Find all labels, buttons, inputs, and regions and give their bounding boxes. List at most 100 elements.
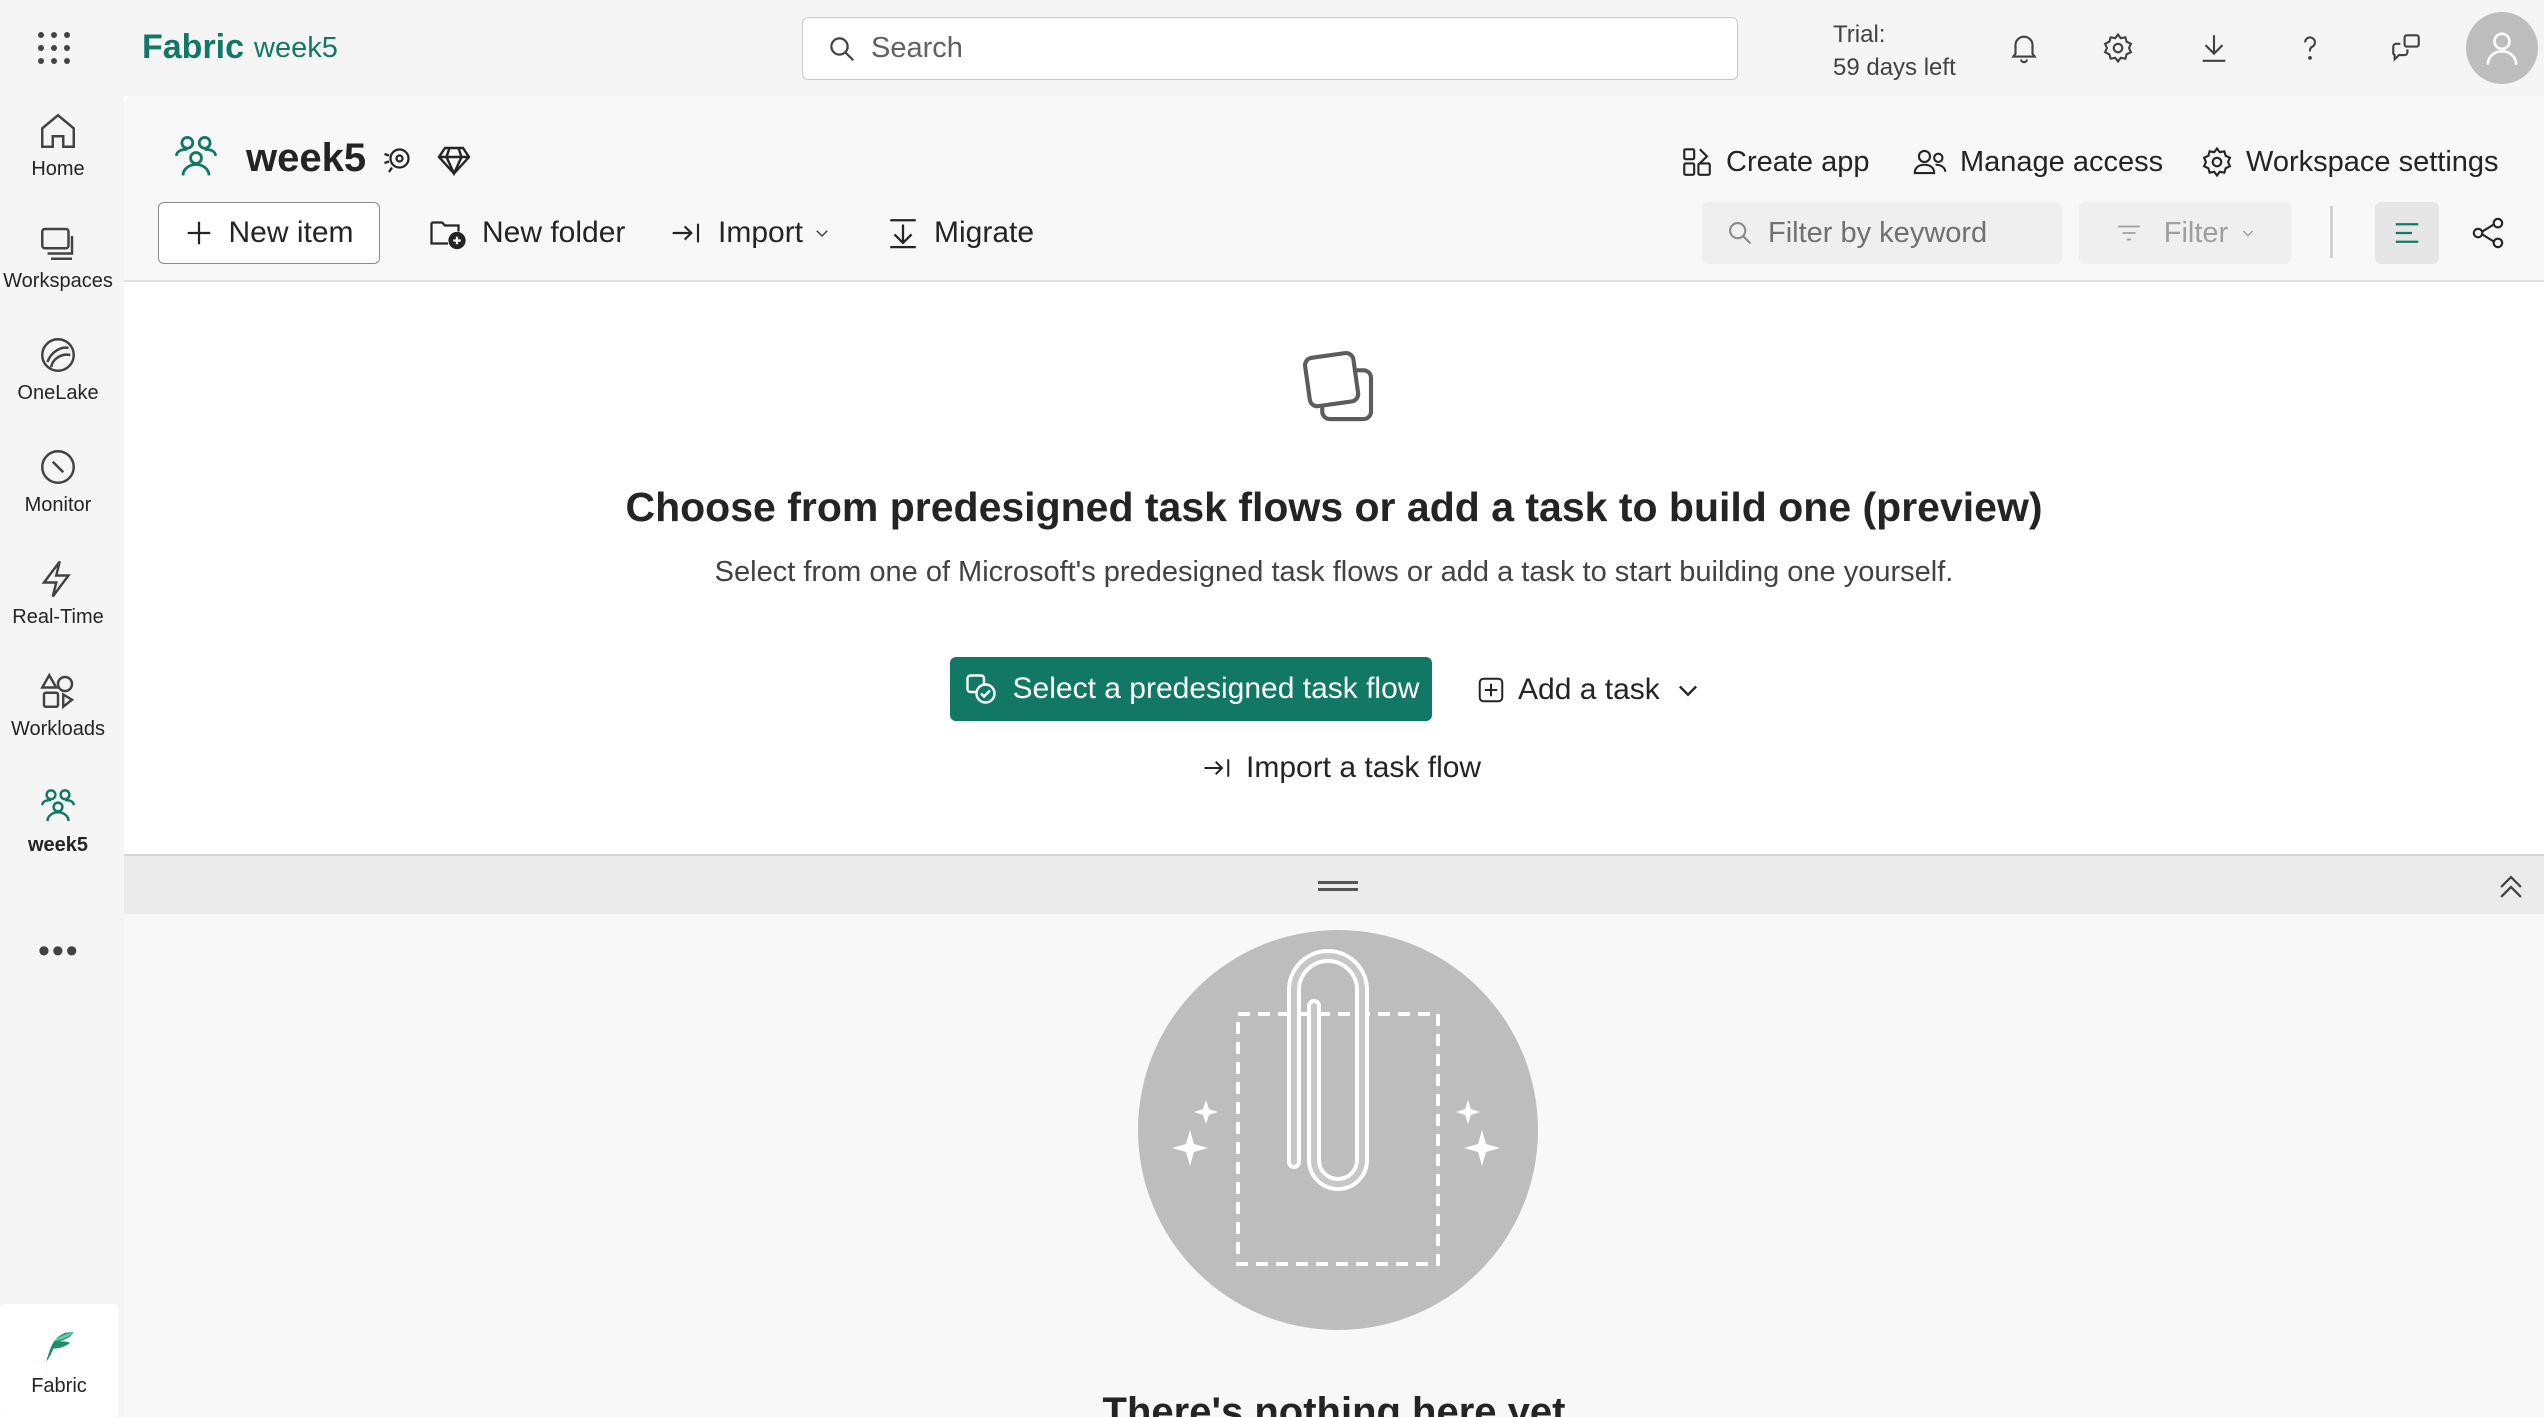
workspace-settings-label: Workspace settings <box>2246 145 2499 178</box>
trial-days: 59 days left <box>1833 54 1956 81</box>
rail-label: Workspaces <box>3 270 113 292</box>
add-square-icon <box>1478 677 1504 703</box>
migrate-button[interactable]: Migrate <box>886 202 1034 264</box>
paperclip-icon <box>1172 949 1500 1266</box>
feedback-icon[interactable] <box>2382 24 2430 72</box>
rail-label: Fabric <box>31 1375 87 1397</box>
toolbar-divider <box>2330 206 2333 258</box>
page-title: week5 <box>246 136 367 180</box>
task-flow-panel: Choose from predesigned task flows or ad… <box>124 284 2544 854</box>
download-icon[interactable] <box>2190 24 2238 72</box>
task-flow-icon <box>1303 351 1374 422</box>
people-icon <box>1913 149 1947 175</box>
workloads-icon <box>40 672 75 710</box>
select-task-flow-label: Select a predesigned task flow <box>1012 672 1420 705</box>
create-app-label: Create app <box>1726 145 1870 178</box>
rail-item-onelake[interactable]: OneLake <box>0 334 116 434</box>
create-app-button[interactable]: Create app <box>1680 142 1870 182</box>
empty-state-title: There's nothing here yet <box>1102 1390 1566 1417</box>
migrate-label: Migrate <box>934 216 1035 249</box>
list-view-icon <box>2395 223 2419 243</box>
filter-button[interactable]: Filter <box>2079 202 2291 264</box>
items-panel: There's nothing here yet <box>124 914 2544 1417</box>
new-item-button[interactable]: New item <box>158 202 380 264</box>
search-input[interactable] <box>871 32 1691 65</box>
global-search[interactable] <box>802 17 1738 80</box>
task-flow-title: Choose from predesigned task flows or ad… <box>625 484 2043 530</box>
rail-item-monitor[interactable]: Monitor <box>0 446 116 546</box>
import-button[interactable]: Import <box>668 202 831 264</box>
panel-splitter[interactable] <box>124 854 2544 914</box>
brand-title[interactable]: Fabric <box>142 28 244 67</box>
real-time-icon <box>41 560 71 598</box>
plus-icon <box>188 221 211 245</box>
task-flow-icon <box>965 674 996 704</box>
fabric-logo-icon <box>46 1332 74 1362</box>
rail-label: OneLake <box>17 382 99 404</box>
select-predesigned-task-flow-button[interactable]: Select a predesigned task flow <box>950 657 1432 721</box>
rail-label: Home <box>31 158 85 180</box>
task-flow-subtitle: Select from one of Microsoft's predesign… <box>714 556 1954 588</box>
workspace-settings-button[interactable]: Workspace settings <box>2200 142 2499 182</box>
new-item-label: New item <box>228 216 354 249</box>
gear-icon <box>2202 146 2232 178</box>
app-icon <box>1683 148 1711 176</box>
filter-icon <box>2117 225 2140 241</box>
help-icon[interactable] <box>2286 24 2334 72</box>
avatar[interactable] <box>2466 12 2538 84</box>
workspace-icon <box>175 136 217 176</box>
import-label: Import <box>718 216 804 249</box>
fabric-experience-switcher[interactable]: Fabric <box>0 1304 118 1417</box>
add-task-button[interactable]: Add a task <box>1476 662 1702 718</box>
home-icon <box>41 113 75 148</box>
top-bar: Fabric week5 Trial: 59 days left <box>0 0 2544 96</box>
new-folder-icon <box>430 221 466 250</box>
rail-label: week5 <box>27 834 89 856</box>
manage-access-button[interactable]: Manage access <box>1912 142 2163 182</box>
collapse-up-icon[interactable] <box>2494 870 2528 904</box>
left-rail: Home Workspaces OneLake Monitor Real-Tim… <box>0 96 124 1417</box>
rail-item-week5[interactable]: week5 <box>0 786 116 886</box>
rail-item-real-time[interactable]: Real-Time <box>0 558 116 658</box>
notifications-icon[interactable] <box>2000 24 2048 72</box>
migrate-icon <box>890 219 916 249</box>
app-launcher-icon[interactable] <box>36 30 80 66</box>
settings-gear-icon[interactable] <box>2094 24 2142 72</box>
filter-keyword-placeholder: Filter by keyword <box>1768 216 1988 249</box>
list-view-button[interactable] <box>2375 202 2439 264</box>
search-icon <box>1729 222 1752 245</box>
chevron-down-icon <box>2243 230 2254 237</box>
onelake-icon <box>41 338 75 372</box>
import-task-flow-label: Import a task flow <box>1246 751 1482 784</box>
monitor-icon <box>41 450 75 484</box>
rail-label: Real-Time <box>12 606 104 628</box>
premium-diamond-icon[interactable] <box>436 142 472 178</box>
lineage-icon <box>2472 217 2504 249</box>
import-icon <box>1204 759 1230 777</box>
manage-access-label: Manage access <box>1960 145 2164 178</box>
workspaces-icon <box>41 227 74 260</box>
more-icon[interactable]: ••• <box>38 932 80 971</box>
empty-state-illustration <box>1138 930 1538 1330</box>
drag-handle-icon[interactable] <box>1318 881 1358 891</box>
chevron-down-icon <box>1678 685 1697 697</box>
add-task-label: Add a task <box>1518 673 1660 706</box>
import-task-flow-button[interactable]: Import a task flow <box>1200 744 1481 792</box>
rail-label: Workloads <box>10 718 106 740</box>
workspace-identity-icon[interactable] <box>380 142 416 178</box>
search-icon <box>830 36 855 61</box>
new-folder-label: New folder <box>482 216 626 249</box>
user-icon <box>2486 32 2518 65</box>
filter-label: Filter <box>2163 216 2229 249</box>
rail-item-workspaces[interactable]: Workspaces <box>0 222 116 322</box>
lineage-view-button[interactable] <box>2462 207 2514 259</box>
filter-keyword-input[interactable]: Filter by keyword <box>1702 202 2062 264</box>
trial-status[interactable]: Trial: 59 days left <box>1833 18 1956 84</box>
rail-item-home[interactable]: Home <box>0 110 116 210</box>
workspace-icon <box>41 789 75 822</box>
rail-label: Monitor <box>24 494 92 516</box>
new-folder-button[interactable]: New folder <box>428 202 625 264</box>
rail-item-workloads[interactable]: Workloads <box>0 670 116 770</box>
breadcrumb-workspace[interactable]: week5 <box>254 32 338 65</box>
trial-label: Trial: <box>1833 21 1886 48</box>
